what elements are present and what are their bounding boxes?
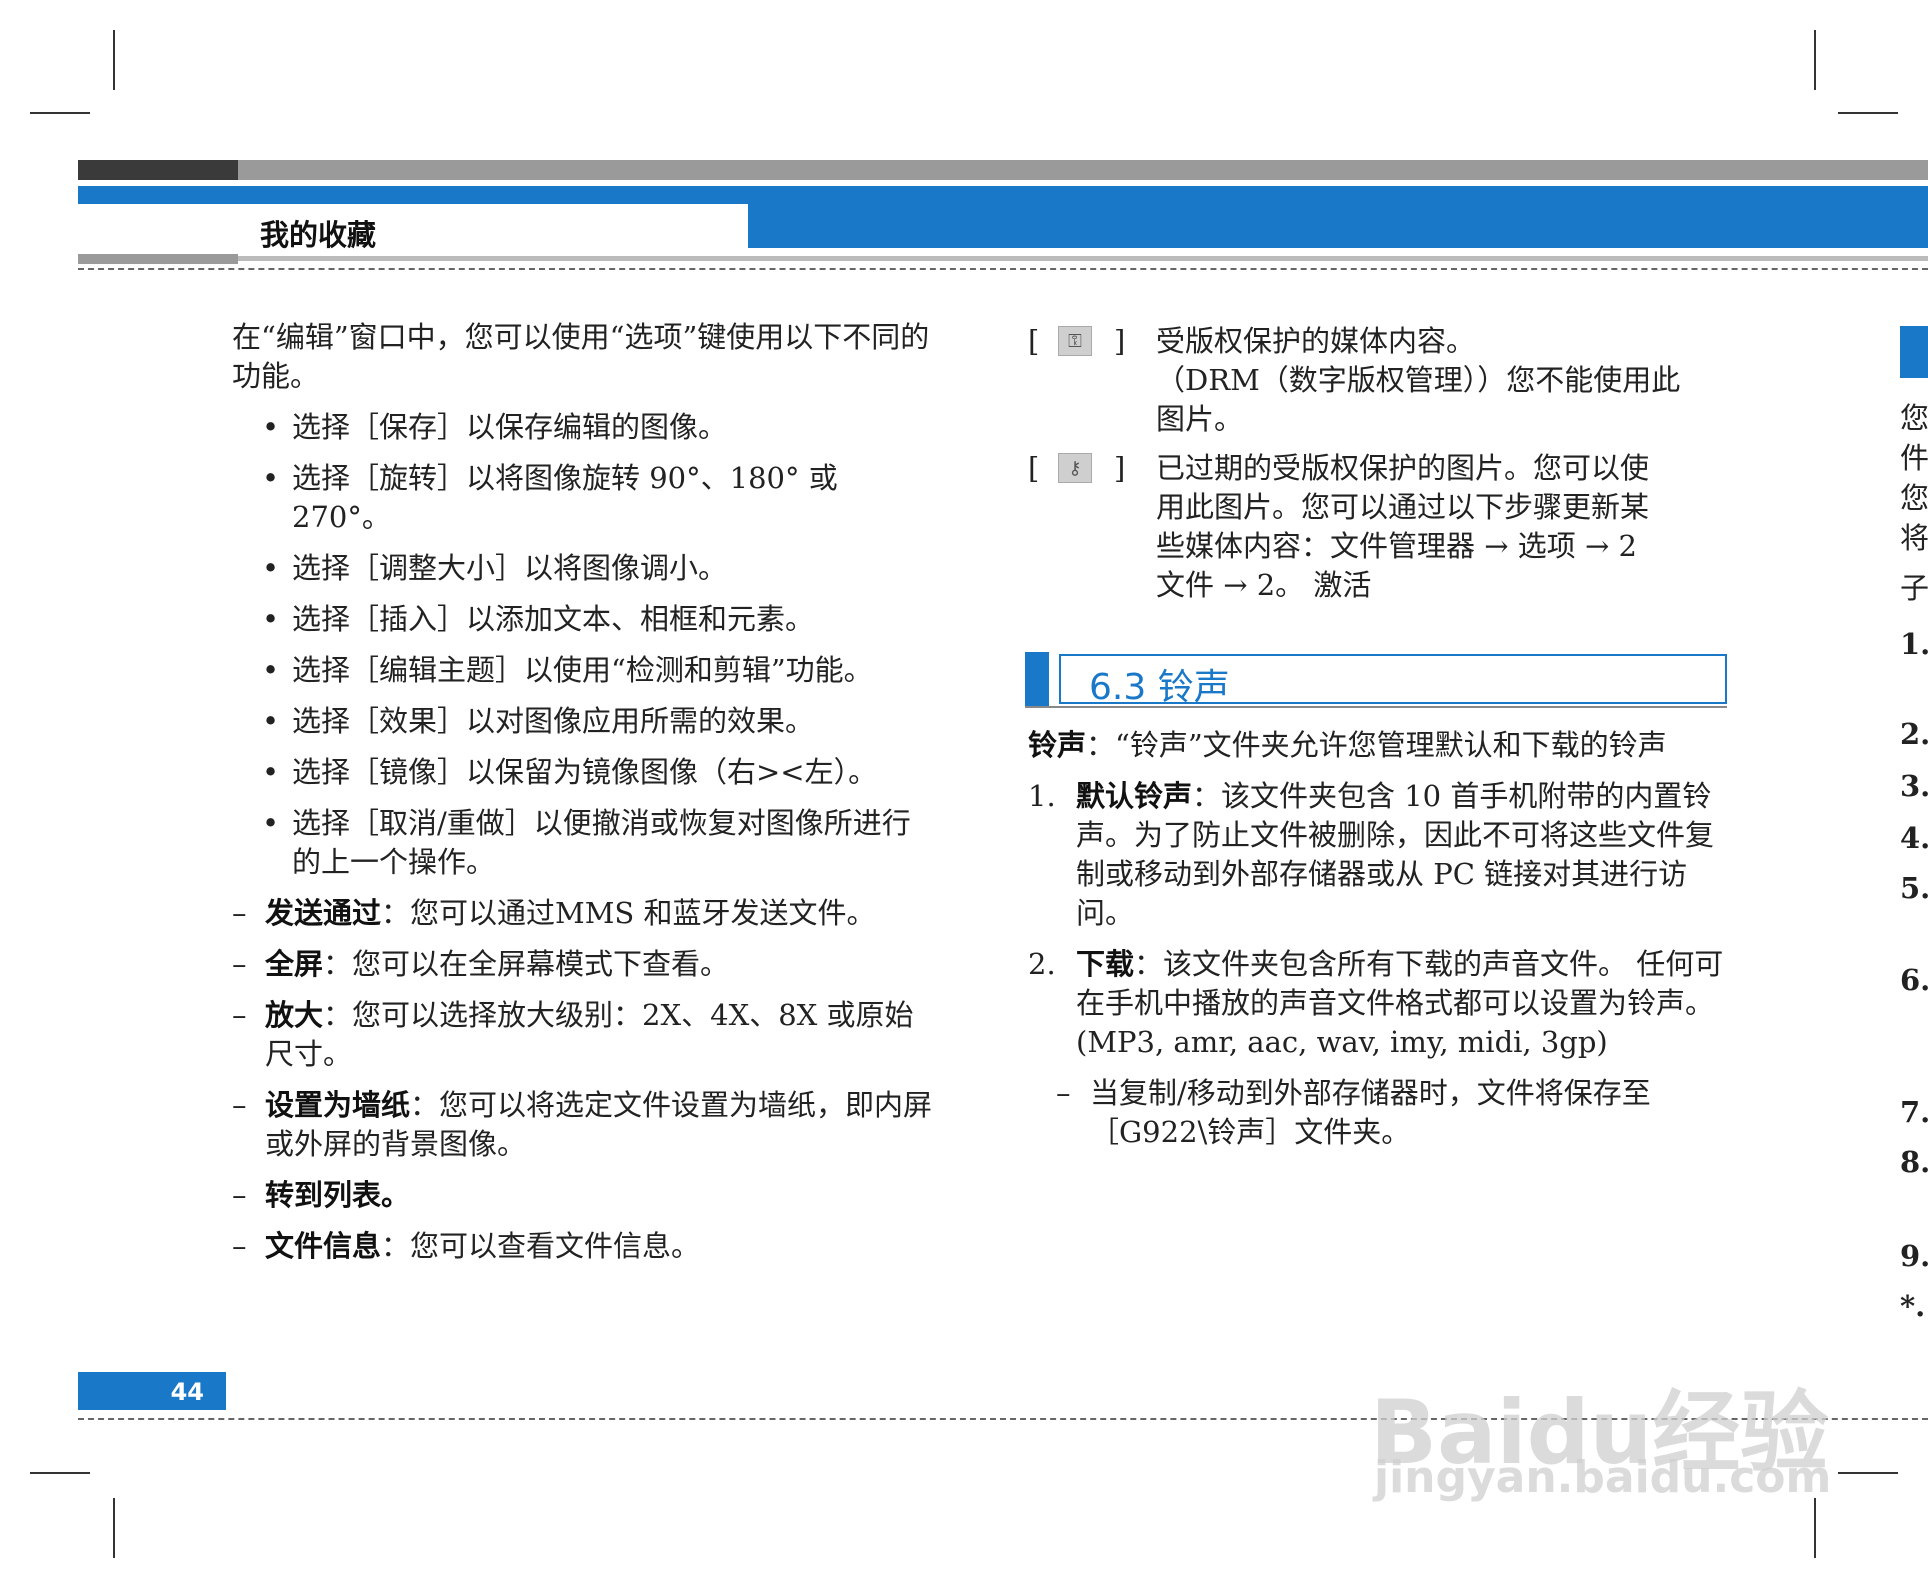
expired-key-icon: ⚷ [1058, 453, 1092, 483]
edge-number: 5. [1900, 871, 1928, 905]
edge-text: 件 [1900, 441, 1928, 475]
edge-text: 您 [1900, 481, 1928, 515]
option-item: – 转到列表。 [232, 1178, 411, 1212]
list-item: 1. 默认铃声：该文件夹包含 10 首手机附带的内置铃声。为了防止文件被删除，因此… [1028, 779, 1715, 930]
section-tab [1025, 652, 1049, 706]
edge-number: 7. [1900, 1095, 1928, 1129]
header-bar-blue [78, 186, 1928, 204]
bullet-list: • 选择［保存］以保存编辑的图像。 • 选择［旋转］以将图像旋转 90°、180° … [232, 408, 938, 882]
crop-mark [1814, 1498, 1816, 1558]
legend-item: [] ⚿ 受版权保护的媒体内容。 （DRM（数字版权管理））您不能使用此 图片。 [1028, 324, 1681, 436]
edge-number: 3. [1900, 769, 1928, 803]
next-page-tab [1900, 326, 1928, 378]
page-number: 44 [170, 1378, 204, 1406]
header-bar-gray [238, 160, 1928, 180]
list-item: • 选择［编辑主题］以使用“检测和剪辑”功能。 [262, 653, 873, 687]
legend-item: [] ⚷ 已过期的受版权保护的图片。您可以使 用此图片。您可以通过以下步骤更新某… [1028, 451, 1650, 602]
crop-mark [113, 1498, 115, 1558]
section-intro: 铃声：“铃声”文件夹允许您管理默认和下载的铃声 [1028, 728, 1667, 762]
option-item: – 文件信息：您可以查看文件信息。 [232, 1229, 701, 1263]
list-item: • 选择［调整大小］以将图像调小。 [262, 551, 728, 585]
edge-number: 4. [1900, 821, 1928, 855]
header-bar-small [78, 254, 238, 264]
ringtone-section: 铃声：“铃声”文件夹允许您管理默认和下载的铃声 1. 默认铃声：该文件夹包含 10… [1028, 726, 1734, 1164]
list-item: • 选择［镜像］以保留为镜像图像（右><左）。 [262, 755, 878, 789]
list-item: • 选择［插入］以添加文本、相框和元素。 [262, 602, 815, 636]
section-header: 6.3 铃声 [1025, 652, 1727, 708]
edge-number: 1. [1900, 627, 1928, 661]
crop-mark [1814, 30, 1816, 90]
list-item: • 选择［效果］以对图像应用所需的效果。 [262, 704, 815, 738]
crop-mark [30, 112, 90, 114]
header-dashed-rule [78, 268, 1928, 270]
page-title: 我的收藏 [260, 218, 377, 252]
page-number-badge: 44 [78, 1372, 226, 1410]
section-box: 6.3 铃声 [1059, 654, 1727, 708]
intro-paragraph: 在“编辑”窗口中，您可以使用“选项”键使用以下不同的功能。 [232, 320, 930, 393]
list-item: • 选择［取消/重做］以便撤消或恢复对图像所进行的上一个操作。 [262, 806, 911, 879]
header-bar-dark [78, 160, 238, 180]
option-item: – 设置为墙纸：您可以将选定文件设置为墙纸，即内屏或外屏的背景图像。 [232, 1088, 933, 1161]
watermark-url: jingyan.baidu.com [1374, 1452, 1832, 1503]
icon-legend: [] ⚿ 受版权保护的媒体内容。 （DRM（数字版权管理））您不能使用此 图片。… [1028, 322, 1728, 615]
edge-text: 子 [1900, 571, 1928, 605]
edge-text: 您 [1900, 401, 1928, 435]
header-bar-blue-block [748, 204, 1928, 248]
crop-mark [30, 1472, 90, 1474]
crop-mark [1838, 1472, 1898, 1474]
crop-mark [113, 30, 115, 90]
header-underline [238, 256, 1928, 261]
key-icon: ⚿ [1058, 326, 1092, 356]
sub-note: – 当复制/移动到外部存储器时，文件将保存至［G922\铃声］文件夹。 [1056, 1076, 1651, 1149]
left-column: 在“编辑”窗口中，您可以使用“选项”键使用以下不同的功能。 • 选择［保存］以保存… [232, 318, 938, 1278]
crop-mark [1838, 112, 1898, 114]
edge-number: 2. [1900, 717, 1928, 751]
option-item: – 全屏：您可以在全屏幕模式下查看。 [232, 947, 730, 981]
edge-number: 8. [1900, 1145, 1928, 1179]
section-title: 6.3 铃声 [1089, 667, 1230, 708]
edge-number: *. [1900, 1289, 1926, 1323]
edge-text: 将 [1900, 521, 1928, 555]
option-item: – 发送通过：您可以通过MMS 和蓝牙发送文件。 [232, 896, 876, 930]
list-item: • 选择［保存］以保存编辑的图像。 [262, 410, 728, 444]
edge-number: 9. [1900, 1239, 1928, 1273]
edge-number: 6. [1900, 963, 1928, 997]
section-underline [1025, 706, 1727, 708]
list-item: 2. 下载：该文件夹包含所有下载的声音文件。 任何可在手机中播放的声音文件格式都可… [1028, 947, 1724, 1059]
option-item: – 放大：您可以选择放大级别：2X、4X、8X 或原始尺寸。 [232, 998, 914, 1071]
list-item: • 选择［旋转］以将图像旋转 90°、180° 或 270°。 [262, 461, 838, 534]
